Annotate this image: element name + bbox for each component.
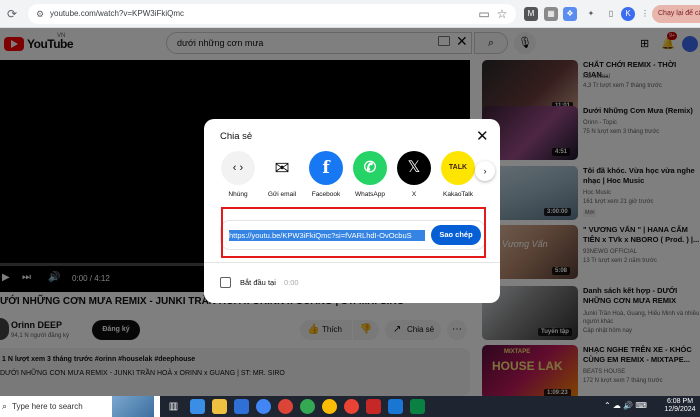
task-view-icon[interactable]: ▥ [166, 399, 181, 414]
profile-avatar-icon[interactable]: K [621, 7, 635, 21]
clock-time: 6:08 PM [666, 398, 694, 405]
opera-icon[interactable] [366, 399, 381, 414]
facebook-icon: f [309, 151, 343, 185]
cast-icon[interactable]: ▭ [476, 6, 492, 22]
site-info-icon[interactable]: ⚙ [36, 4, 44, 24]
chrome-profile2-icon[interactable] [300, 399, 315, 414]
start-at-checkbox[interactable] [220, 277, 231, 288]
chrome-profile-icon[interactable] [278, 399, 293, 414]
kakaotalk-icon: TALK [441, 151, 475, 185]
taskbar-search-box[interactable]: ⌕ Type here to search [0, 396, 160, 417]
edge-icon[interactable] [234, 399, 249, 414]
clock-date: 12/9/2024 [664, 406, 696, 413]
url-text: youtube.com/watch?v=KPW3iFkiQmc [50, 9, 185, 18]
share-option-facebook[interactable]: f Facebook [304, 151, 348, 203]
address-bar[interactable]: ⚙ youtube.com/watch?v=KPW3iFkiQmc [28, 4, 516, 24]
dialog-title: Chia sẻ [220, 131, 253, 142]
file-explorer-icon[interactable] [212, 399, 227, 414]
search-highlight-image [112, 396, 154, 417]
dialog-divider [204, 262, 500, 263]
share-option-embed[interactable]: ‹ › Nhúng [216, 151, 260, 203]
share-option-whatsapp[interactable]: ✆ WhatsApp [348, 151, 392, 203]
extensions-icon[interactable]: ✦ [584, 7, 598, 21]
highlight-box [221, 207, 486, 258]
chrome-icon[interactable] [256, 399, 271, 414]
menu-dots-icon[interactable]: ⋮ [638, 7, 652, 21]
system-tray-icons[interactable]: ⌃ ☁ 🔊 ⌨ [604, 401, 647, 410]
embed-code-icon: ‹ › [221, 151, 255, 185]
extension-m-icon[interactable]: M [524, 7, 538, 21]
word-icon[interactable] [388, 399, 403, 414]
start-at-label: Bắt đầu tại [240, 278, 276, 287]
taskbar-clock[interactable]: 6:08 PM 12/9/2024 [660, 398, 700, 414]
extension-puzzle-icon[interactable]: ❖ [563, 7, 577, 21]
start-at-time-input[interactable]: 0:00 [284, 278, 299, 287]
chrome-profile4-icon[interactable] [344, 399, 359, 414]
taskbar-app-icon[interactable] [190, 399, 205, 414]
search-icon: ⌕ [2, 401, 8, 411]
share-option-label: KakaoTalk [443, 191, 473, 198]
sidepanel-icon[interactable]: ▯ [604, 7, 618, 21]
sheets-icon[interactable] [410, 399, 425, 414]
scroll-right-arrow-icon[interactable]: › [475, 161, 495, 181]
reload-icon[interactable]: ⟳ [4, 6, 20, 22]
chrome-profile3-icon[interactable] [322, 399, 337, 414]
taskbar-search-placeholder: Type here to search [12, 402, 83, 411]
email-envelope-icon: ✉ [265, 151, 299, 185]
windows-taskbar: ⌕ Type here to search ▥ ⌃ ☁ 🔊 ⌨ 6:08 PM … [0, 396, 700, 417]
browser-toolbar: ⟳ ⚙ youtube.com/watch?v=KPW3iFkiQmc ▭ ☆ … [0, 0, 700, 28]
update-button[interactable]: Chạy lại để cập nhật [652, 5, 700, 23]
extension-grid-icon[interactable]: ▦ [544, 7, 558, 21]
bookmark-star-icon[interactable]: ☆ [494, 6, 510, 22]
close-icon[interactable]: ✕ [476, 127, 489, 145]
share-option-email[interactable]: ✉ Gửi email [260, 151, 304, 203]
x-logo-icon: 𝕏 [397, 151, 431, 185]
share-option-kakaotalk[interactable]: TALK KakaoTalk [436, 151, 480, 203]
share-option-x[interactable]: 𝕏 X [392, 151, 436, 203]
whatsapp-icon: ✆ [353, 151, 387, 185]
